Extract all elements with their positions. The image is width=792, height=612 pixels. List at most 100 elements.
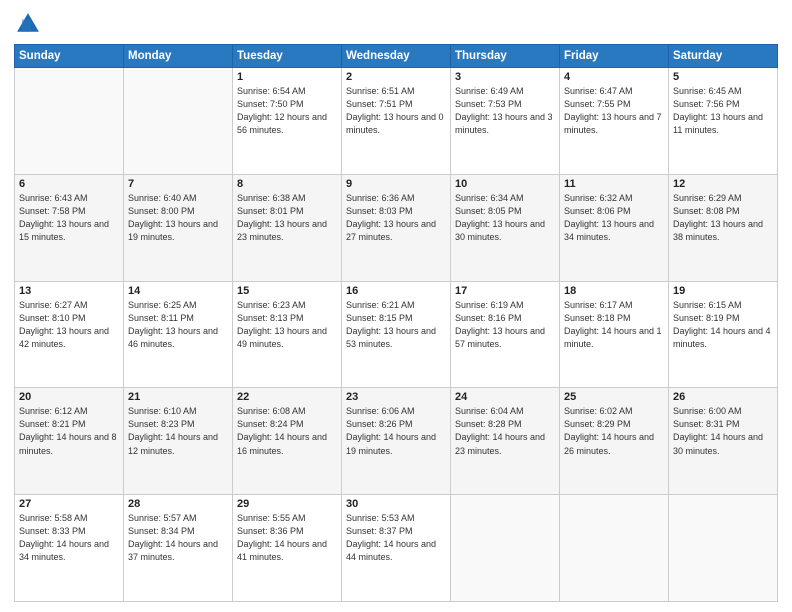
- calendar-cell: [15, 68, 124, 175]
- day-info: Sunrise: 6:40 AMSunset: 8:00 PMDaylight:…: [128, 192, 228, 244]
- calendar-cell: 29 Sunrise: 5:55 AMSunset: 8:36 PMDayligh…: [233, 495, 342, 602]
- day-number: 2: [346, 71, 446, 83]
- day-info: Sunrise: 5:55 AMSunset: 8:36 PMDaylight:…: [237, 512, 337, 564]
- day-info: Sunrise: 6:15 AMSunset: 8:19 PMDaylight:…: [673, 299, 773, 351]
- day-number: 17: [455, 285, 555, 297]
- calendar-cell: [560, 495, 669, 602]
- day-info: Sunrise: 6:08 AMSunset: 8:24 PMDaylight:…: [237, 405, 337, 457]
- page: SundayMondayTuesdayWednesdayThursdayFrid…: [0, 0, 792, 612]
- day-number: 23: [346, 391, 446, 403]
- header: [14, 10, 778, 38]
- day-info: Sunrise: 6:25 AMSunset: 8:11 PMDaylight:…: [128, 299, 228, 351]
- calendar-cell: 3 Sunrise: 6:49 AMSunset: 7:53 PMDaylight…: [451, 68, 560, 175]
- calendar-cell: 17 Sunrise: 6:19 AMSunset: 8:16 PMDayligh…: [451, 281, 560, 388]
- day-info: Sunrise: 6:43 AMSunset: 7:58 PMDaylight:…: [19, 192, 119, 244]
- day-info: Sunrise: 6:00 AMSunset: 8:31 PMDaylight:…: [673, 405, 773, 457]
- calendar-cell: 15Sunrise: 6:23 AMSunset: 8:13 PMDayligh…: [233, 281, 342, 388]
- day-number: 11: [564, 178, 664, 190]
- calendar-cell: 13 Sunrise: 6:27 AMSunset: 8:10 PMDayligh…: [15, 281, 124, 388]
- day-number: 19: [673, 285, 773, 297]
- day-info: Sunrise: 5:57 AMSunset: 8:34 PMDaylight:…: [128, 512, 228, 564]
- day-header-saturday: Saturday: [669, 45, 778, 68]
- day-info: Sunrise: 6:17 AMSunset: 8:18 PMDaylight:…: [564, 299, 664, 351]
- logo-icon: [14, 10, 42, 38]
- day-number: 16: [346, 285, 446, 297]
- calendar-cell: 24 Sunrise: 6:04 AMSunset: 8:28 PMDayligh…: [451, 388, 560, 495]
- calendar-header-row: SundayMondayTuesdayWednesdayThursdayFrid…: [15, 45, 778, 68]
- day-number: 20: [19, 391, 119, 403]
- calendar-cell: 28 Sunrise: 5:57 AMSunset: 8:34 PMDayligh…: [124, 495, 233, 602]
- day-info: Sunrise: 6:36 AMSunset: 8:03 PMDaylight:…: [346, 192, 446, 244]
- day-number: 27: [19, 498, 119, 510]
- day-info: Sunrise: 6:06 AMSunset: 8:26 PMDaylight:…: [346, 405, 446, 457]
- calendar-cell: 26Sunrise: 6:00 AMSunset: 8:31 PMDayligh…: [669, 388, 778, 495]
- week-row-2: 6 Sunrise: 6:43 AMSunset: 7:58 PMDaylight…: [15, 174, 778, 281]
- day-info: Sunrise: 6:02 AMSunset: 8:29 PMDaylight:…: [564, 405, 664, 457]
- day-info: Sunrise: 6:12 AMSunset: 8:21 PMDaylight:…: [19, 405, 119, 457]
- day-number: 13: [19, 285, 119, 297]
- day-info: Sunrise: 6:54 AMSunset: 7:50 PMDaylight:…: [237, 85, 337, 137]
- day-header-tuesday: Tuesday: [233, 45, 342, 68]
- day-info: Sunrise: 6:51 AMSunset: 7:51 PMDaylight:…: [346, 85, 446, 137]
- week-row-3: 13 Sunrise: 6:27 AMSunset: 8:10 PMDayligh…: [15, 281, 778, 388]
- calendar-cell: 2 Sunrise: 6:51 AMSunset: 7:51 PMDaylight…: [342, 68, 451, 175]
- day-number: 18: [564, 285, 664, 297]
- day-number: 1: [237, 71, 337, 83]
- calendar-cell: 23 Sunrise: 6:06 AMSunset: 8:26 PMDayligh…: [342, 388, 451, 495]
- calendar-cell: 4Sunrise: 6:47 AMSunset: 7:55 PMDaylight…: [560, 68, 669, 175]
- day-number: 3: [455, 71, 555, 83]
- day-number: 6: [19, 178, 119, 190]
- day-header-wednesday: Wednesday: [342, 45, 451, 68]
- week-row-5: 27 Sunrise: 5:58 AMSunset: 8:33 PMDayligh…: [15, 495, 778, 602]
- week-row-4: 20 Sunrise: 6:12 AMSunset: 8:21 PMDayligh…: [15, 388, 778, 495]
- day-number: 10: [455, 178, 555, 190]
- calendar-cell: 30 Sunrise: 5:53 AMSunset: 8:37 PMDayligh…: [342, 495, 451, 602]
- day-info: Sunrise: 6:32 AMSunset: 8:06 PMDaylight:…: [564, 192, 664, 244]
- calendar-cell: 10 Sunrise: 6:34 AMSunset: 8:05 PMDayligh…: [451, 174, 560, 281]
- day-info: Sunrise: 6:19 AMSunset: 8:16 PMDaylight:…: [455, 299, 555, 351]
- day-number: 21: [128, 391, 228, 403]
- day-info: Sunrise: 6:49 AMSunset: 7:53 PMDaylight:…: [455, 85, 555, 137]
- day-header-friday: Friday: [560, 45, 669, 68]
- calendar-cell: 21 Sunrise: 6:10 AMSunset: 8:23 PMDayligh…: [124, 388, 233, 495]
- day-number: 9: [346, 178, 446, 190]
- day-number: 8: [237, 178, 337, 190]
- calendar-cell: 11 Sunrise: 6:32 AMSunset: 8:06 PMDayligh…: [560, 174, 669, 281]
- week-row-1: 1 Sunrise: 6:54 AMSunset: 7:50 PMDaylight…: [15, 68, 778, 175]
- logo: [14, 10, 46, 38]
- day-header-monday: Monday: [124, 45, 233, 68]
- day-header-sunday: Sunday: [15, 45, 124, 68]
- day-number: 30: [346, 498, 446, 510]
- calendar-cell: 27 Sunrise: 5:58 AMSunset: 8:33 PMDayligh…: [15, 495, 124, 602]
- day-info: Sunrise: 6:29 AMSunset: 8:08 PMDaylight:…: [673, 192, 773, 244]
- calendar-cell: [669, 495, 778, 602]
- day-number: 29: [237, 498, 337, 510]
- day-info: Sunrise: 6:04 AMSunset: 8:28 PMDaylight:…: [455, 405, 555, 457]
- day-number: 24: [455, 391, 555, 403]
- day-info: Sunrise: 5:58 AMSunset: 8:33 PMDaylight:…: [19, 512, 119, 564]
- calendar-cell: [451, 495, 560, 602]
- day-info: Sunrise: 5:53 AMSunset: 8:37 PMDaylight:…: [346, 512, 446, 564]
- calendar-cell: 6 Sunrise: 6:43 AMSunset: 7:58 PMDaylight…: [15, 174, 124, 281]
- calendar-cell: 19 Sunrise: 6:15 AMSunset: 8:19 PMDayligh…: [669, 281, 778, 388]
- calendar-cell: 22 Sunrise: 6:08 AMSunset: 8:24 PMDayligh…: [233, 388, 342, 495]
- day-info: Sunrise: 6:45 AMSunset: 7:56 PMDaylight:…: [673, 85, 773, 137]
- calendar-cell: 9 Sunrise: 6:36 AMSunset: 8:03 PMDaylight…: [342, 174, 451, 281]
- calendar-table: SundayMondayTuesdayWednesdayThursdayFrid…: [14, 44, 778, 602]
- calendar-cell: 5Sunrise: 6:45 AMSunset: 7:56 PMDaylight…: [669, 68, 778, 175]
- day-info: Sunrise: 6:10 AMSunset: 8:23 PMDaylight:…: [128, 405, 228, 457]
- calendar-cell: 1 Sunrise: 6:54 AMSunset: 7:50 PMDaylight…: [233, 68, 342, 175]
- day-number: 7: [128, 178, 228, 190]
- day-header-thursday: Thursday: [451, 45, 560, 68]
- calendar-cell: 7 Sunrise: 6:40 AMSunset: 8:00 PMDaylight…: [124, 174, 233, 281]
- calendar-cell: 20 Sunrise: 6:12 AMSunset: 8:21 PMDayligh…: [15, 388, 124, 495]
- day-info: Sunrise: 6:38 AMSunset: 8:01 PMDaylight:…: [237, 192, 337, 244]
- day-info: Sunrise: 6:34 AMSunset: 8:05 PMDaylight:…: [455, 192, 555, 244]
- day-number: 22: [237, 391, 337, 403]
- calendar-cell: 14 Sunrise: 6:25 AMSunset: 8:11 PMDayligh…: [124, 281, 233, 388]
- day-info: Sunrise: 6:27 AMSunset: 8:10 PMDaylight:…: [19, 299, 119, 351]
- day-number: 15: [237, 285, 337, 297]
- day-number: 14: [128, 285, 228, 297]
- day-number: 12: [673, 178, 773, 190]
- day-number: 28: [128, 498, 228, 510]
